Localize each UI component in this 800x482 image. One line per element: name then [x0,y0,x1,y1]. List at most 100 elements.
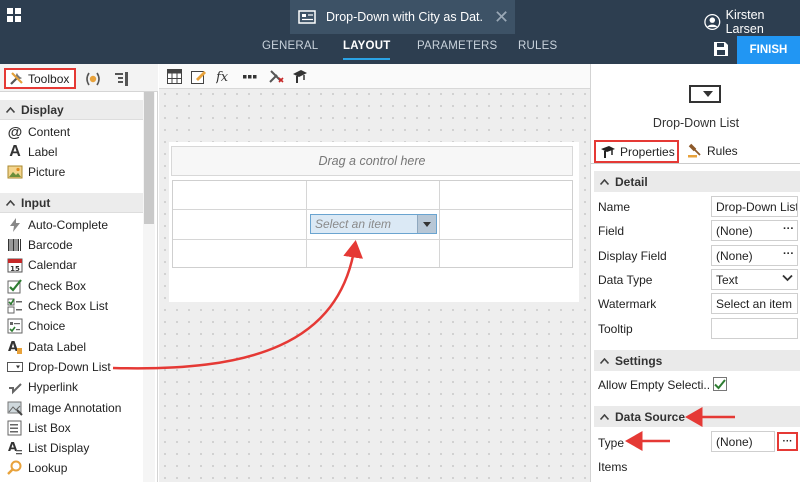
display-field-selector[interactable]: (None) ··· [711,245,798,266]
more-icon[interactable] [242,69,258,84]
tool-auto-complete[interactable]: Auto-Complete [7,215,108,235]
tool-check-box-list[interactable]: Check Box List [7,296,108,316]
items-label: Items [598,460,628,474]
chevron-up-icon [600,357,609,364]
tool-check-box[interactable]: Check Box [7,276,86,296]
tools-icon [10,72,23,85]
dropdown-icon [7,362,23,372]
type-ellipsis-button[interactable]: ··· [777,432,798,451]
app-grid-icon[interactable] [6,7,22,23]
tab-parameters[interactable]: PARAMETERS [417,40,497,52]
section-display[interactable]: Display [0,100,143,120]
watermark-label: Watermark [598,297,657,311]
tab-rules[interactable]: RULES [518,40,557,52]
expression-fx-icon[interactable]: fx [216,69,232,84]
chevron-down-icon[interactable] [417,215,436,233]
tool-label: Picture [28,165,66,179]
edit-table-icon[interactable] [191,69,206,84]
table-icon[interactable] [167,69,182,84]
tooltip-field[interactable] [711,318,798,339]
tool-label: Image Annotation [28,401,122,415]
tool-label: Calendar [28,258,77,272]
tool-label: Drop-Down List [28,360,111,374]
watermark-field[interactable]: Select an item [711,293,798,314]
allow-empty-checkbox[interactable] [713,377,727,391]
data-type-select[interactable]: Text [711,269,798,290]
design-canvas[interactable]: fx Drag a control here Select an item [159,64,590,482]
chevron-up-icon [6,199,15,206]
scrollbar-thumb[interactable] [144,92,154,224]
gavel-icon [688,143,701,158]
ellipsis-icon[interactable]: ··· [783,248,794,260]
context-browser-icon[interactable] [84,72,102,86]
properties-icon[interactable] [292,69,308,84]
type-label: Type [598,436,625,450]
dropdown-control[interactable]: Select an item [310,214,437,234]
tool-hyperlink[interactable]: Hyperlink [7,377,78,397]
hyperlink-icon [9,383,22,395]
tab-properties[interactable]: Properties [594,140,679,163]
tool-data-label[interactable]: A Data Label [7,337,86,357]
tab-rules-panel[interactable]: Rules [687,143,738,158]
tab-layout[interactable]: LAYOUT [343,40,391,60]
tool-label: Check Box List [28,299,109,313]
tool-label: Barcode [28,238,73,252]
tool-choice[interactable]: Choice [7,316,65,336]
data-type-label: Data Type [598,273,653,287]
form-title-tab[interactable]: Drop-Down with City as Dat... ✕ [290,0,515,34]
name-field[interactable]: Drop-Down List [711,196,798,217]
section-data-source[interactable]: Data Source [594,406,800,427]
type-field[interactable]: (None) [711,431,775,452]
picture-icon [7,165,23,179]
field-selector[interactable]: (None) ··· [711,220,798,241]
chevron-up-icon [6,106,15,113]
tool-picture[interactable]: Picture [7,162,65,182]
field-value: (None) [716,223,753,238]
tool-label: List Display [28,441,90,455]
svg-text:A: A [8,340,18,355]
section-data-source-title: Data Source [615,409,686,424]
toolbox-scrollbar[interactable] [143,92,155,482]
tool-image-annotation[interactable]: Image Annotation [7,398,121,418]
field-label: Field [598,224,625,238]
tool-label: Choice [28,319,66,333]
section-input[interactable]: Input [0,193,143,213]
outline-icon[interactable] [114,71,130,87]
tools-delete-icon[interactable] [268,69,284,84]
tool-list-box[interactable]: List Box [7,418,71,438]
rules-tab-label: Rules [707,143,738,158]
calendar-icon: 15 [7,258,23,273]
tool-label-control[interactable]: A Label [7,142,57,162]
tool-lookup[interactable]: Lookup [7,458,67,478]
tool-drop-down-list[interactable]: Drop-Down List [7,357,111,377]
watermark-value: Select an item [716,296,793,311]
section-detail[interactable]: Detail [594,171,800,192]
user-menu[interactable]: Kirsten Larsen [704,8,800,36]
section-settings[interactable]: Settings [594,350,800,371]
tab-toolbox[interactable]: Toolbox [4,68,76,89]
tab-general[interactable]: GENERAL [262,40,318,52]
data-type-value: Text [716,272,739,287]
form-title: Drop-Down with City as Dat... [326,10,484,24]
tool-list-display[interactable]: A List Display [7,438,89,458]
chevron-up-icon [600,413,609,420]
ellipsis-icon[interactable]: ··· [783,223,794,235]
tool-barcode[interactable]: Barcode [7,235,73,255]
display-field-label: Display Field [598,249,667,263]
tool-label: Lookup [28,461,68,475]
label-a-icon: A [9,143,21,160]
tool-label: Hyperlink [28,380,79,394]
properties-tab-icon [601,145,615,158]
drag-control-placeholder[interactable]: Drag a control here [171,146,573,176]
tool-label: Data Label [28,340,87,354]
section-display-title: Display [21,102,64,117]
tool-content[interactable]: @ Content [7,122,70,142]
name-value: Drop-Down List [716,199,798,214]
properties-tabs: Properties Rules [591,140,800,164]
checkbox-icon [7,279,22,294]
close-tab-icon[interactable]: ✕ [494,8,509,26]
tool-calendar[interactable]: 15 Calendar [7,255,77,275]
save-icon[interactable] [712,40,730,58]
checkmark-icon [714,378,726,389]
finish-button[interactable]: FINISH [737,36,800,64]
